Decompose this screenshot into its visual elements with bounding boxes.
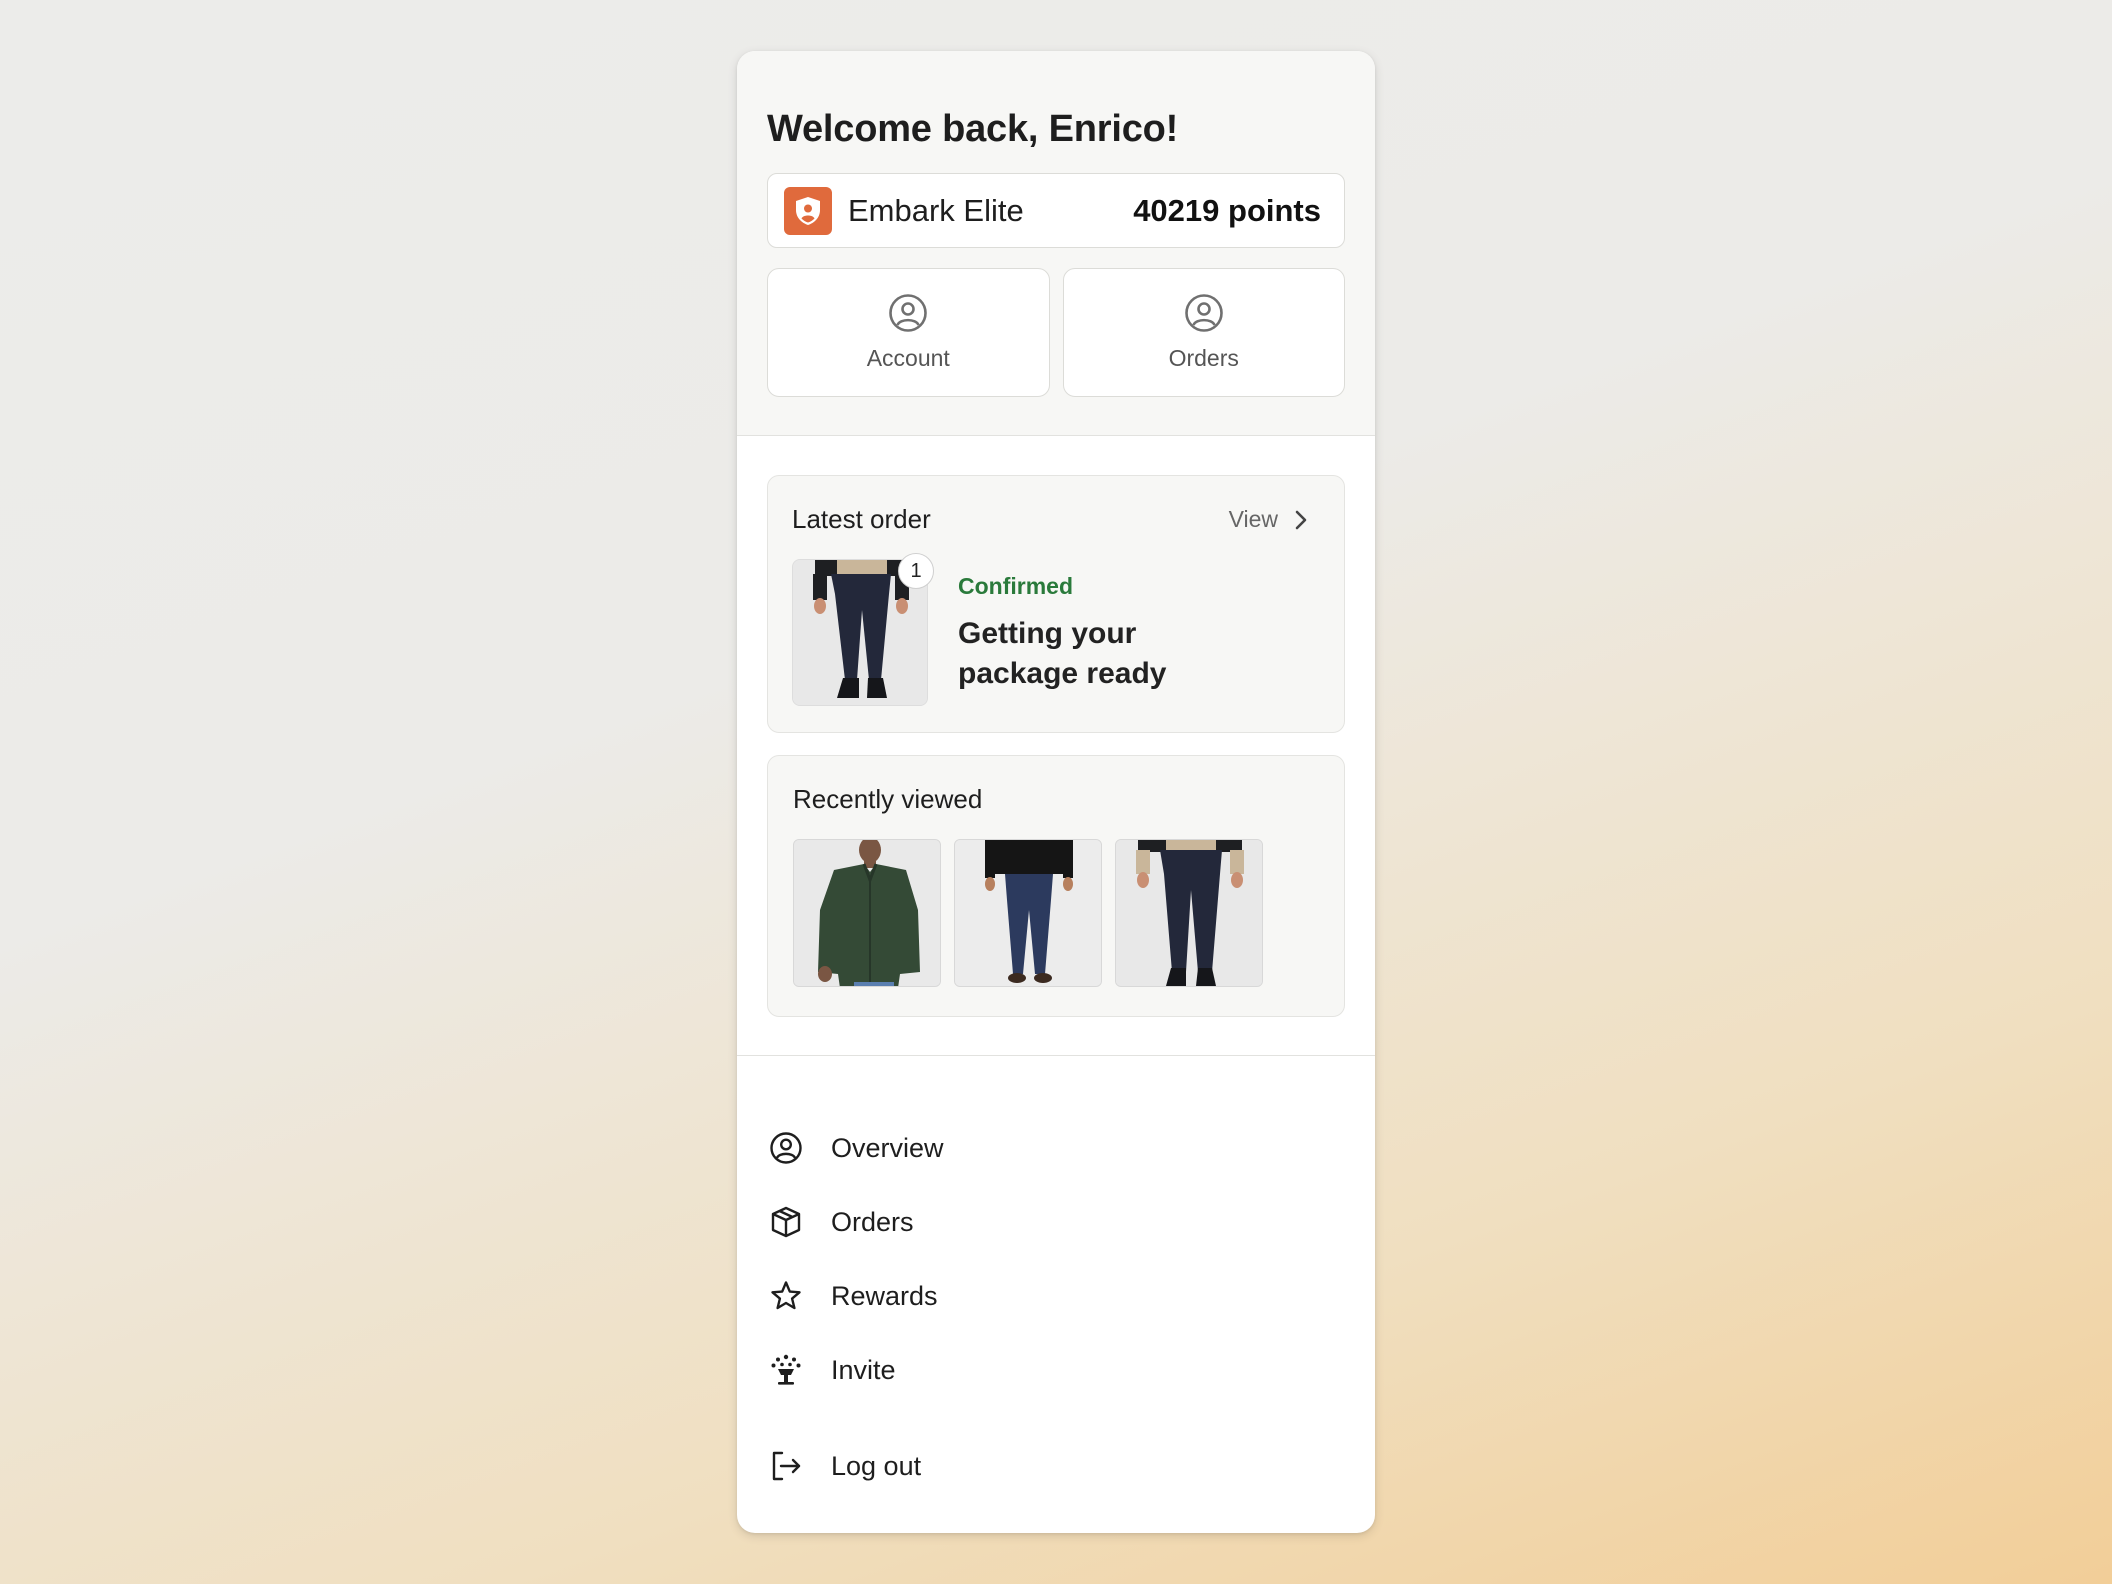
welcome-heading: Welcome back, Enrico! (767, 108, 1179, 150)
quick-actions: Account Orders (767, 268, 1345, 397)
points-balance: 40219 points (1133, 192, 1321, 228)
tier-badge (784, 186, 832, 235)
star-icon (767, 1277, 805, 1315)
menu-item-invite[interactable]: Invite (767, 1333, 1345, 1407)
menu-item-label: Orders (831, 1206, 914, 1237)
box-icon (767, 1203, 805, 1241)
account-button[interactable]: Account (767, 268, 1050, 397)
chevron-right-icon (1294, 509, 1308, 531)
logout-button[interactable]: Log out (767, 1429, 1345, 1503)
orders-button[interactable]: Orders (1062, 268, 1345, 397)
latest-order-title: Latest order (792, 504, 931, 534)
menu-item-overview[interactable]: Overview (767, 1111, 1345, 1185)
order-status: Confirmed (958, 573, 1073, 599)
loyalty-tier-card[interactable]: Embark Elite 40219 points (767, 173, 1345, 248)
user-circle-icon (1184, 293, 1224, 333)
account-button-label: Account (866, 345, 950, 371)
recent-item-jacket[interactable] (793, 839, 941, 987)
order-status-message: Getting your package ready (958, 617, 1167, 690)
quantity-badge: 1 (898, 553, 934, 589)
recent-item-dark-jeans[interactable] (1115, 839, 1263, 987)
recent-item-jeans[interactable] (954, 839, 1102, 987)
shield-icon (793, 195, 823, 227)
user-circle-icon (888, 293, 928, 333)
latest-order-card[interactable]: Latest order View 1 Confirmed Getting yo… (767, 475, 1345, 733)
view-label: View (1228, 506, 1278, 532)
view-order-link[interactable]: View (1229, 506, 1308, 533)
logout-icon (767, 1447, 805, 1485)
menu-item-rewards[interactable]: Rewards (767, 1259, 1345, 1333)
recently-viewed-card: Recently viewed (767, 755, 1345, 1017)
logout-label: Log out (831, 1450, 922, 1481)
account-menu: Overview Orders Rewards Invite Log out (737, 1056, 1375, 1503)
recently-viewed-list (793, 839, 1319, 987)
menu-item-label: Overview (831, 1132, 944, 1163)
orders-button-label: Orders (1168, 345, 1239, 371)
confetti-icon (767, 1351, 805, 1389)
user-circle-icon (767, 1129, 805, 1167)
activity-section: Latest order View 1 Confirmed Getting yo… (737, 436, 1375, 1056)
menu-item-orders[interactable]: Orders (767, 1185, 1345, 1259)
recently-viewed-title: Recently viewed (793, 784, 983, 814)
account-panel: Welcome back, Enrico! Embark Elite 40219… (737, 51, 1375, 1533)
tier-name: Embark Elite (848, 192, 1024, 228)
menu-item-label: Invite (831, 1354, 896, 1385)
account-header-section: Welcome back, Enrico! Embark Elite 40219… (737, 51, 1375, 436)
menu-item-label: Rewards (831, 1280, 938, 1311)
